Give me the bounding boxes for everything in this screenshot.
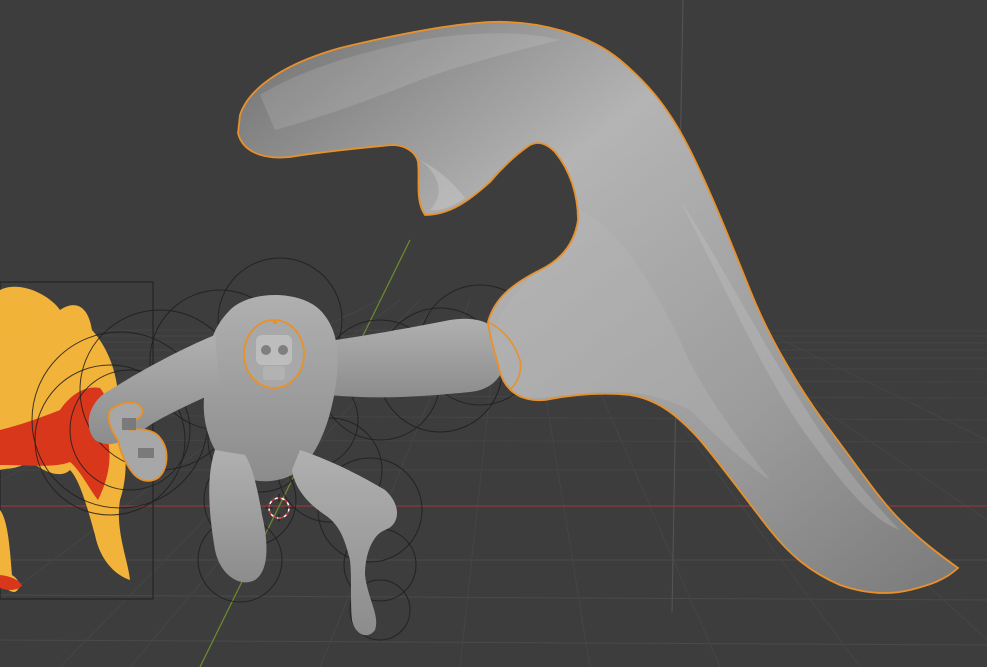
3d-cursor-icon[interactable] bbox=[265, 494, 293, 522]
viewport-canvas[interactable] bbox=[0, 0, 987, 667]
skull-head[interactable] bbox=[243, 319, 305, 389]
3d-viewport[interactable] bbox=[0, 0, 987, 667]
